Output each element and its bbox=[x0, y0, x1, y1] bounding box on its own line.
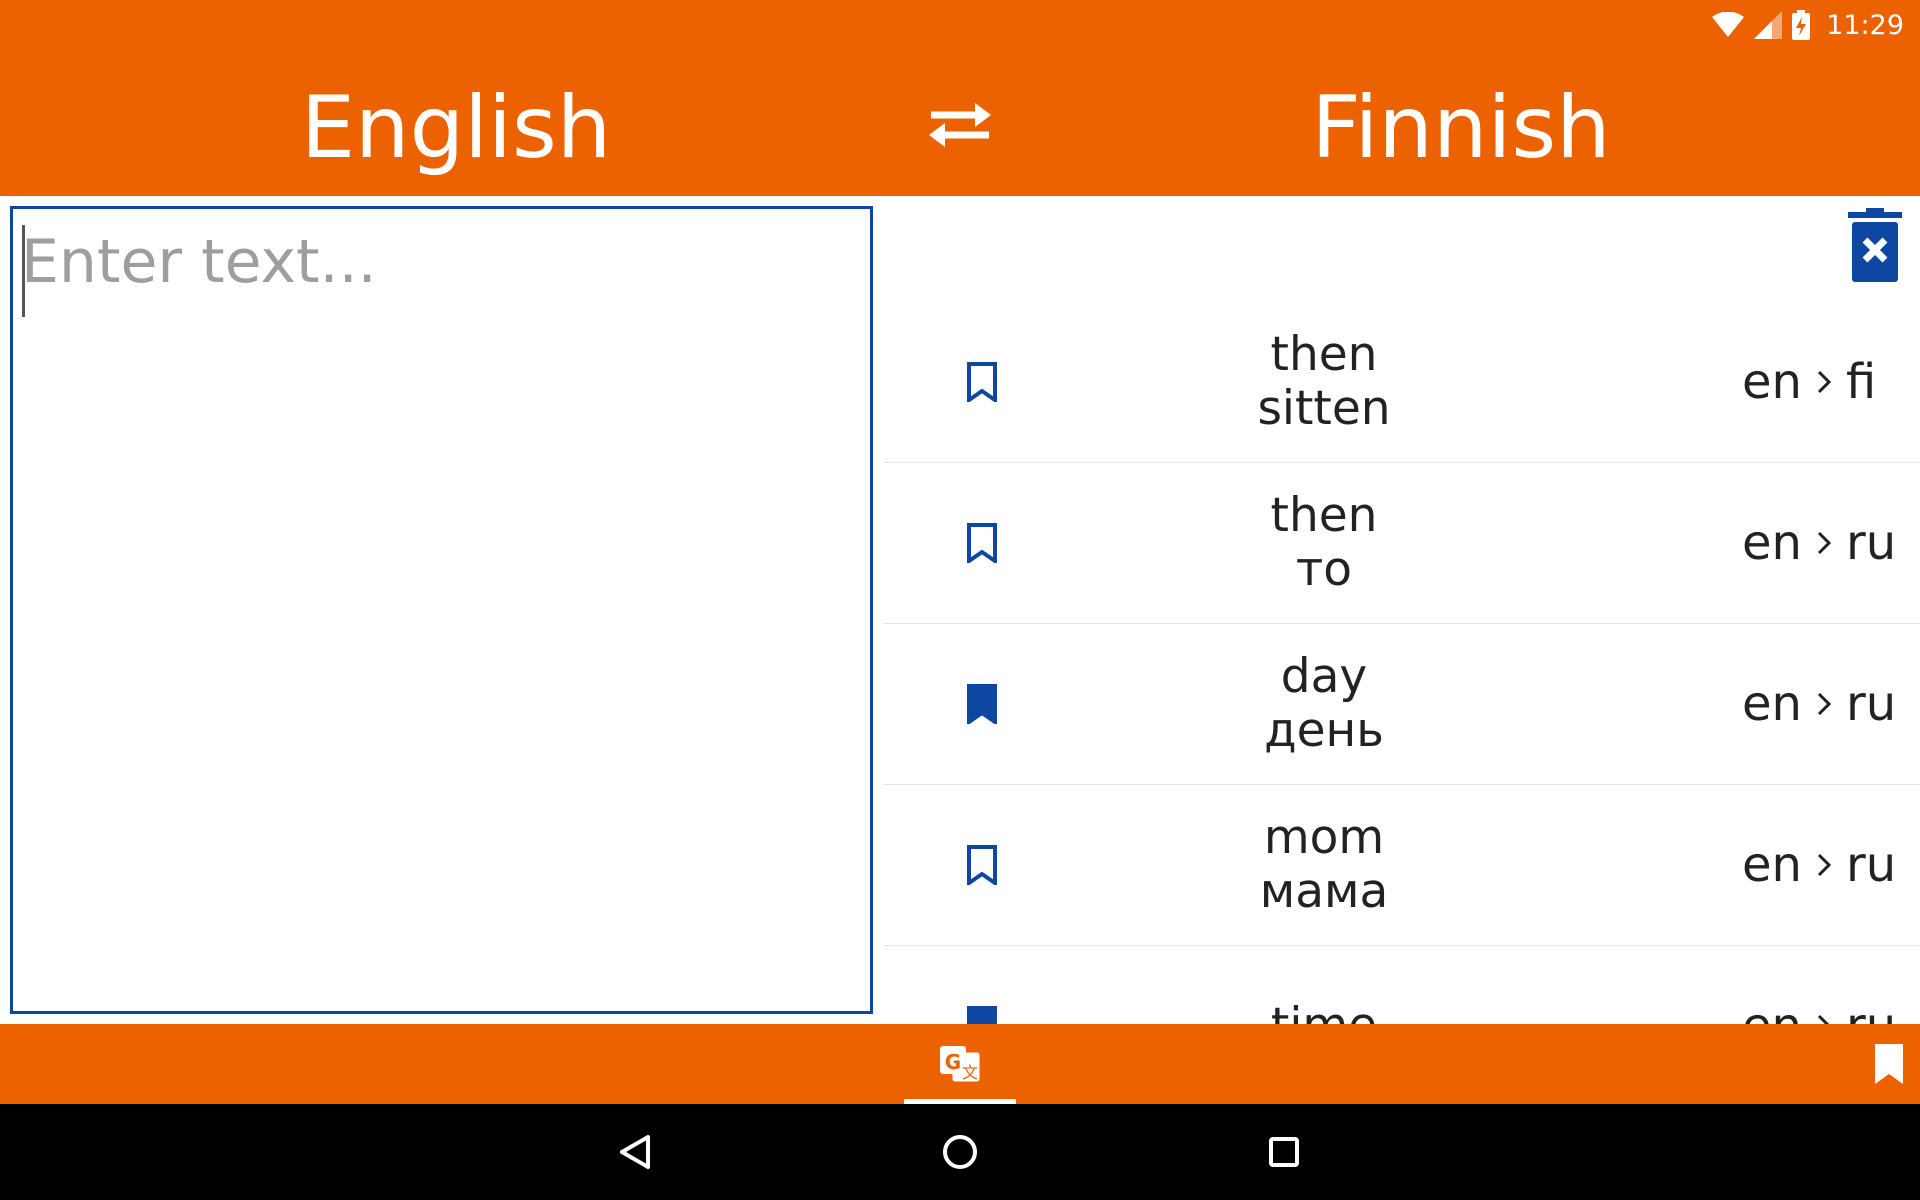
history-item[interactable]: then sitten en fi bbox=[884, 302, 1920, 463]
language-pair: enru bbox=[1742, 676, 1896, 732]
status-bar: 11:29 bbox=[1712, 8, 1904, 42]
history-words: then то bbox=[1144, 489, 1504, 597]
history-words: then sitten bbox=[1144, 328, 1504, 436]
history-item[interactable]: mom мама en ru bbox=[884, 785, 1920, 946]
back-triangle-icon bbox=[620, 1135, 650, 1169]
swap-arrows-icon bbox=[929, 103, 991, 147]
trash-x-icon[interactable] bbox=[1848, 208, 1902, 282]
history-words: day день bbox=[1144, 650, 1504, 758]
chevron-right-icon bbox=[1817, 692, 1832, 716]
language-pair: enru bbox=[1742, 837, 1896, 893]
system-nav-bar bbox=[0, 1104, 1920, 1200]
bookmark-outline-icon[interactable] bbox=[966, 362, 998, 402]
history-translation: то bbox=[1295, 542, 1353, 597]
pair-from: en bbox=[1742, 676, 1802, 732]
pair-to: ru bbox=[1846, 998, 1896, 1024]
home-circle-icon bbox=[943, 1135, 977, 1169]
source-language[interactable]: English bbox=[0, 80, 912, 176]
pair-from: en bbox=[1742, 515, 1802, 571]
tab-translate[interactable]: G 文 bbox=[904, 1024, 1016, 1104]
chevron-right-icon bbox=[1817, 853, 1832, 877]
svg-text:G: G bbox=[945, 1050, 961, 1074]
pair-to: fi bbox=[1845, 354, 1877, 410]
bookmark-outline-icon[interactable] bbox=[966, 845, 998, 885]
swap-languages-button[interactable] bbox=[918, 90, 1002, 160]
nav-home-button[interactable] bbox=[930, 1122, 990, 1182]
pair-to: ru bbox=[1845, 837, 1897, 893]
history-word: day bbox=[1280, 649, 1368, 704]
battery-charging-icon bbox=[1792, 10, 1811, 40]
google-translate-icon: G 文 bbox=[940, 1046, 981, 1083]
pair-from: en bbox=[1742, 837, 1802, 893]
history-item[interactable]: day день en ru bbox=[884, 624, 1920, 785]
text-input[interactable] bbox=[13, 209, 870, 1011]
nav-recents-button[interactable] bbox=[1254, 1122, 1314, 1182]
wifi-icon bbox=[1712, 12, 1745, 37]
history-panel: then sitten en fi then то en ru day день en ru mom ма… bbox=[884, 196, 1920, 1024]
app-bar: 11:29 English Finnish bbox=[0, 0, 1920, 196]
status-time: 11:29 bbox=[1826, 9, 1904, 41]
bottom-tab-bar: G 文 bbox=[0, 1024, 1920, 1104]
language-pair: en ru bbox=[1742, 998, 1896, 1024]
chevron-right-icon bbox=[1817, 1014, 1830, 1024]
history-translation: мама bbox=[1259, 864, 1389, 919]
history-item[interactable]: then то en ru bbox=[884, 463, 1920, 624]
history-word: then bbox=[1270, 327, 1378, 382]
bookmark-outline-icon[interactable] bbox=[966, 523, 998, 563]
history-list: then sitten en fi then то en ru day день en ru mom ма… bbox=[884, 302, 1920, 1024]
language-pair: enru bbox=[1742, 515, 1896, 571]
cell-signal-icon bbox=[1754, 11, 1783, 39]
history-word: time bbox=[1144, 999, 1504, 1025]
history-word: then bbox=[1270, 488, 1378, 543]
chevron-right-icon bbox=[1817, 370, 1832, 394]
text-caret bbox=[22, 225, 25, 317]
history-word: mom bbox=[1263, 810, 1385, 865]
bookmark-filled-icon[interactable] bbox=[966, 1006, 998, 1024]
bookmark-filled-icon[interactable] bbox=[966, 684, 998, 724]
recents-square-icon bbox=[1269, 1137, 1299, 1167]
target-language[interactable]: Finnish bbox=[1014, 80, 1908, 176]
chevron-right-icon bbox=[1817, 531, 1832, 555]
pair-to: ru bbox=[1845, 515, 1897, 571]
history-words: time bbox=[1144, 999, 1504, 1025]
history-translation: sitten bbox=[1257, 381, 1391, 436]
nav-back-button[interactable] bbox=[606, 1122, 666, 1182]
history-words: mom мама bbox=[1144, 811, 1504, 919]
pair-to: ru bbox=[1845, 676, 1897, 732]
language-pair: en fi bbox=[1742, 354, 1876, 410]
input-panel bbox=[10, 206, 873, 1014]
history-translation: день bbox=[1264, 703, 1384, 758]
pair-from: en bbox=[1742, 998, 1802, 1024]
svg-text:文: 文 bbox=[962, 1063, 978, 1082]
bookmark-icon[interactable] bbox=[1872, 1042, 1906, 1086]
pair-from: en bbox=[1742, 354, 1802, 410]
history-item[interactable]: time en ru bbox=[884, 946, 1920, 1024]
